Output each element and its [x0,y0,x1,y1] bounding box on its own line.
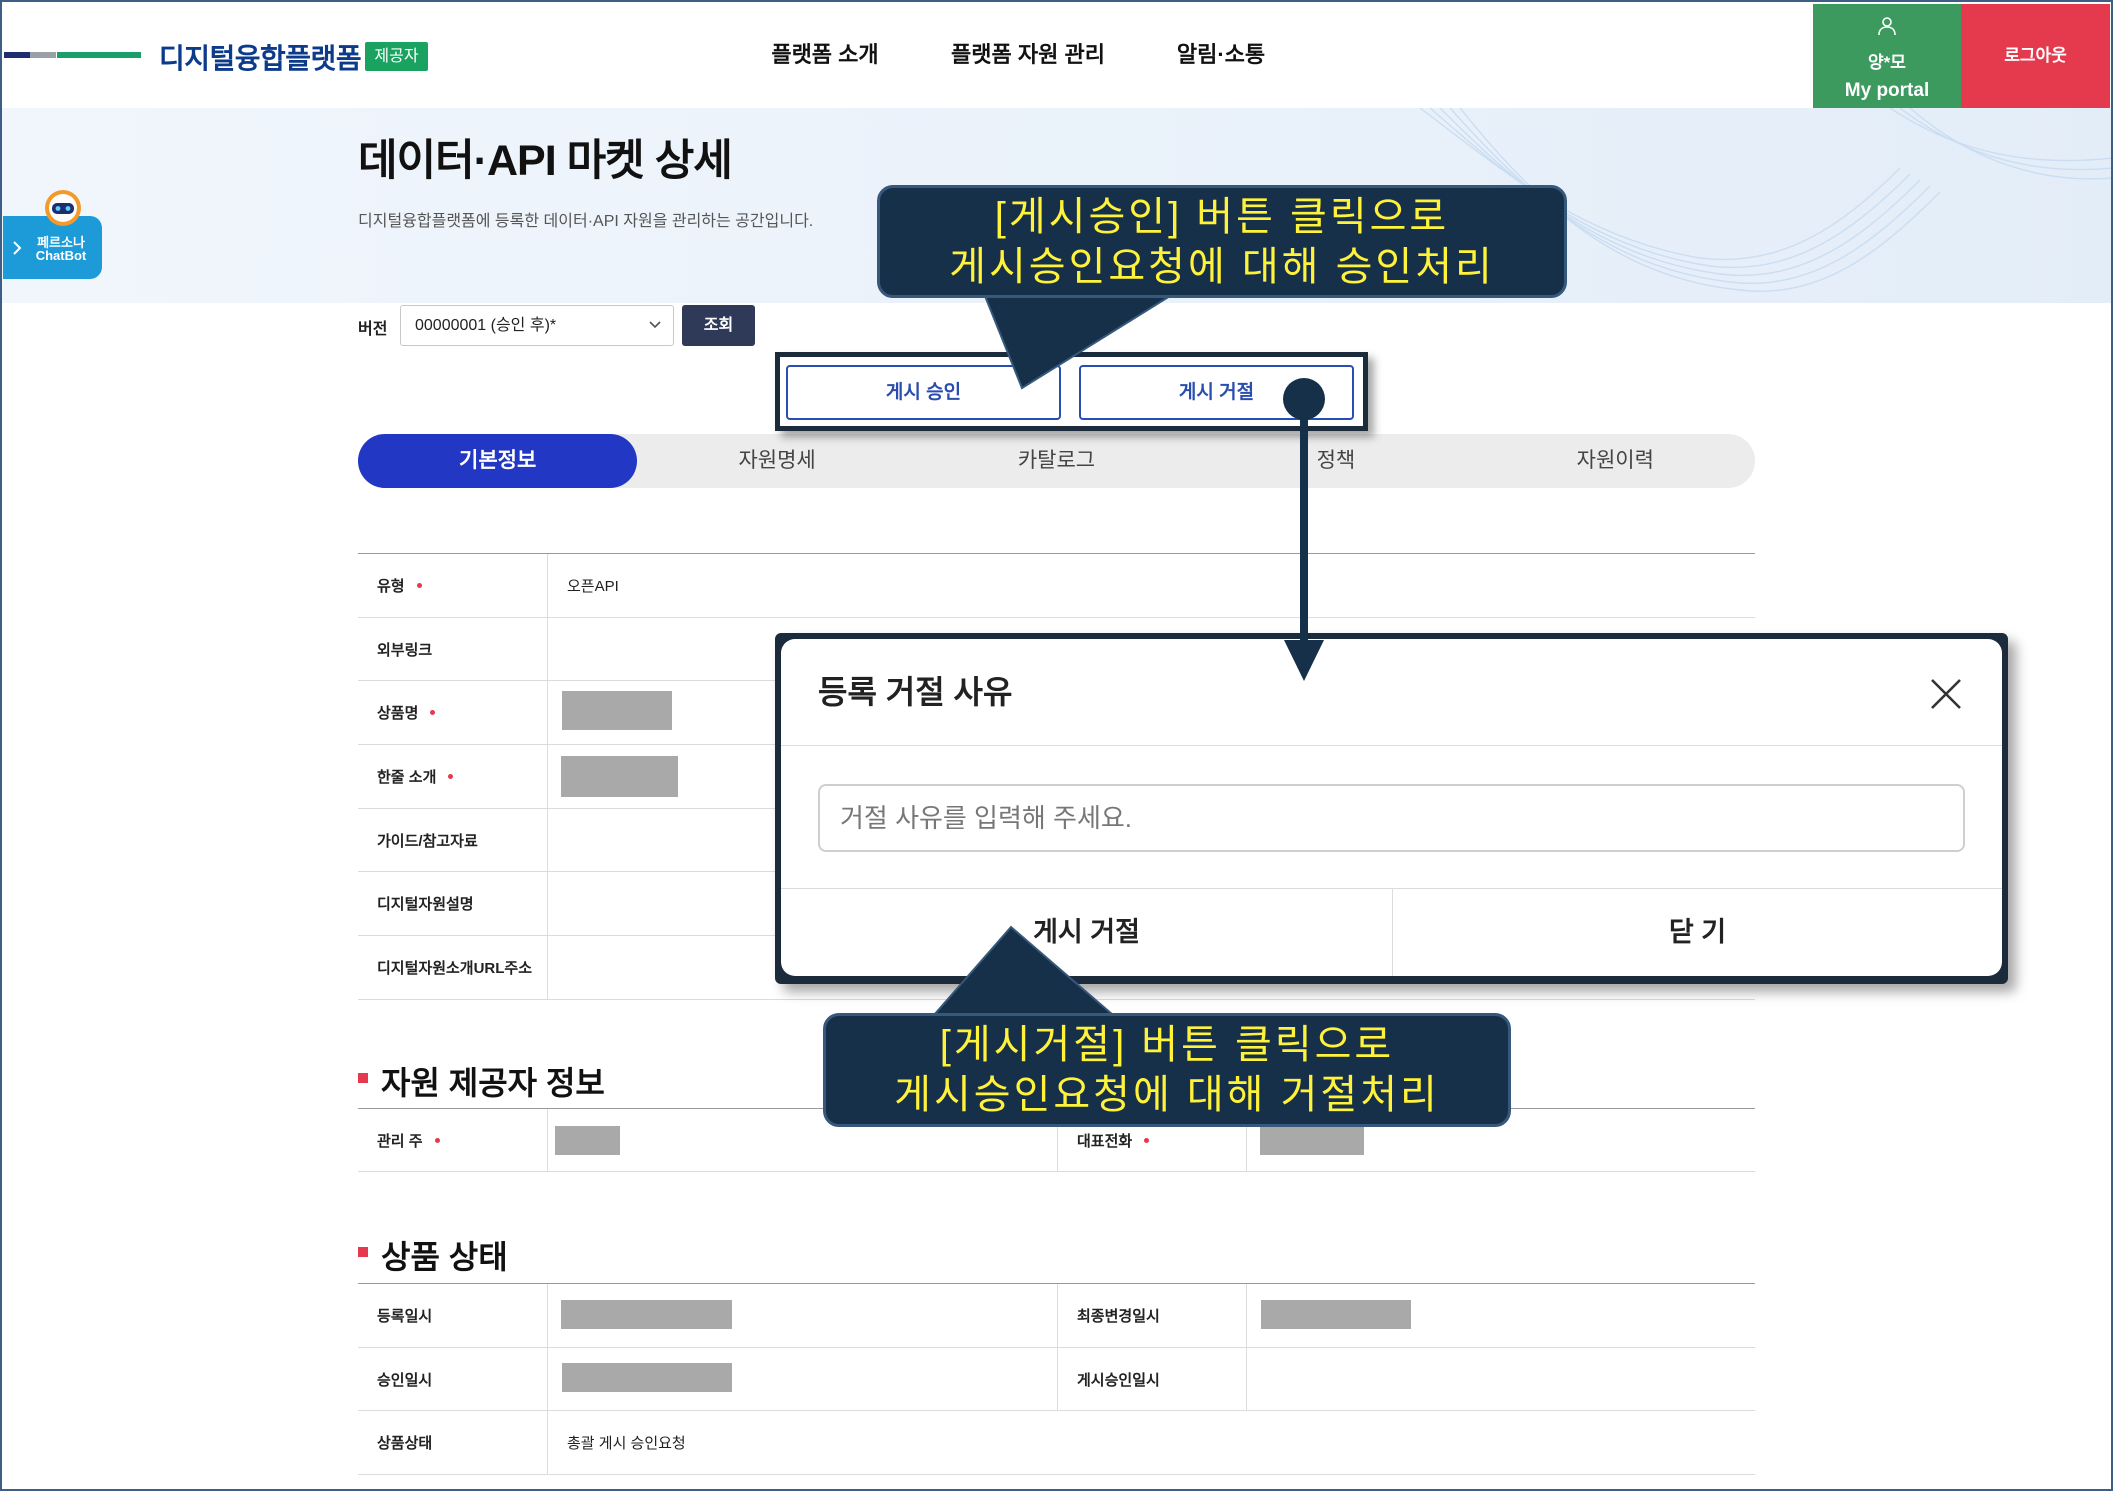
product-status-value: 총괄 게시 승인요청 [567,1435,686,1453]
field-label: 상품명 [358,681,548,745]
tab-policy[interactable]: 정책 [1196,434,1475,488]
required-mark [448,773,454,779]
reject-reason-input[interactable] [818,784,1965,852]
field-label: 한줄 소개 [358,745,548,808]
site-header: 디지털융합플랫폼 제공자 플랫폼 소개 플랫폼 자원 관리 알림·소통 양*모 … [0,0,2113,108]
modal-title: 등록 거절 사유 [818,674,1013,710]
field-label: 가이드/참고자료 [358,808,548,872]
field-label: 디지털자원소개URL주소 [358,936,548,999]
field-label: 승인일시 [358,1347,548,1411]
section-title-product-status: 상품 상태 [381,1239,508,1275]
table-row: 승인일시 게시승인일시 [358,1347,1755,1412]
table-row: 유형 오픈API [358,554,1755,618]
chevron-right-icon [13,241,22,255]
chatbot-label-chatbot: ChatBot [35,248,87,263]
tab-resource-history[interactable]: 자원이력 [1476,434,1755,488]
version-selected-value: 00000001 (승인 후)* [415,317,557,334]
field-label: 게시승인일시 [1057,1347,1247,1411]
redacted-value [555,1126,620,1155]
required-mark [1144,1137,1150,1143]
modal-divider [781,745,2002,746]
callout-reject-line1: [게시거절] 버튼 클릭으로 [939,1023,1395,1067]
callout-approve: [게시승인] 버튼 클릭으로 게시승인요청에 대해 승인처리 [877,185,1567,298]
user-icon [1878,17,1896,36]
section-bullet [358,1073,368,1083]
publish-reject-button[interactable]: 게시 거절 [1079,365,1354,420]
table-row: 상품상태 총괄 게시 승인요청 [358,1411,1755,1476]
field-label: 상품상태 [358,1411,548,1475]
section-bullet [358,1247,368,1257]
redacted-value [562,1362,732,1392]
field-value-type: 오픈API [567,577,619,595]
product-status-table: 등록일시 최종변경일시 승인일시 게시승인일시 상품상태 총괄 게시 승인요청 [358,1283,1755,1476]
redacted-value [561,1300,732,1329]
nav-notice-communication[interactable]: 알림·소통 [1111,38,1331,72]
required-mark [434,1137,440,1143]
page-subtitle: 디지털융합플랫폼에 등록한 데이터·API 자원을 관리하는 공간입니다. [358,213,814,230]
tab-resource-spec[interactable]: 자원명세 [637,434,916,488]
detail-tabs: 기본정보 자원명세 카탈로그 정책 자원이력 [358,434,1755,488]
redacted-value [1260,1126,1364,1155]
callout-approve-line1: [게시승인] 버튼 클릭으로 [994,194,1450,239]
logo-line-gray [30,52,56,58]
modal-dialog: 등록 거절 사유 게시 거절 닫 기 [781,639,2002,976]
my-portal-button[interactable]: 양*모 My portal [1813,4,1961,108]
my-portal-label: My portal [1844,80,1930,101]
field-label: 디지털자원설명 [358,872,548,936]
version-label: 버전 [358,321,388,338]
redacted-value [562,691,672,731]
required-mark [430,710,436,716]
page-title: 데이터·API 마켓 상세 [358,137,733,185]
user-name: 양*모 [1868,53,1906,72]
version-search-button[interactable]: 조회 [682,305,755,346]
close-icon[interactable] [1929,677,1963,711]
role-badge: 제공자 [365,42,428,71]
modal-reject-button[interactable]: 게시 거절 [781,888,1392,976]
robot-icon [45,190,81,226]
redacted-value [561,756,678,798]
redacted-value [1261,1300,1411,1329]
field-label: 등록일시 [358,1284,548,1347]
required-mark [416,582,422,588]
nav-resource-management[interactable]: 플랫폼 자원 관리 [918,38,1138,72]
nav-platform-intro[interactable]: 플랫폼 소개 [715,38,935,72]
field-label: 최종변경일시 [1057,1284,1247,1347]
tab-basic-info[interactable]: 기본정보 [358,434,638,488]
field-label: 관리 주 [358,1109,548,1171]
chevron-down-icon [649,321,661,329]
logout-button[interactable]: 로그아웃 [1961,4,2110,108]
section-title-provider: 자원 제공자 정보 [381,1065,605,1101]
version-select[interactable]: 00000001 (승인 후)* [400,305,674,346]
callout-approve-line2: 게시승인요청에 대해 승인처리 [949,244,1495,289]
field-label: 유형 [358,554,548,617]
publish-action-group: 게시 승인 게시 거절 [775,352,1368,431]
logo-line-navy [4,52,30,58]
chatbot-widget[interactable]: 페르소나 ChatBot [3,188,103,280]
logo-line-green [57,52,141,58]
field-label: 외부링크 [358,617,548,681]
brand-logo-text[interactable]: 디지털융합플랫폼 [159,37,362,77]
publish-approve-button[interactable]: 게시 승인 [786,365,1061,420]
callout-reject: [게시거절] 버튼 클릭으로 게시승인요청에 대해 거절처리 [823,1013,1511,1127]
reject-reason-modal: 등록 거절 사유 게시 거절 닫 기 [775,633,2008,984]
modal-close-button[interactable]: 닫 기 [1393,888,2002,976]
table-row: 등록일시 최종변경일시 [358,1284,1755,1348]
callout-reject-line2: 게시승인요청에 대해 거절처리 [894,1073,1440,1117]
tab-catalog[interactable]: 카탈로그 [917,434,1196,488]
